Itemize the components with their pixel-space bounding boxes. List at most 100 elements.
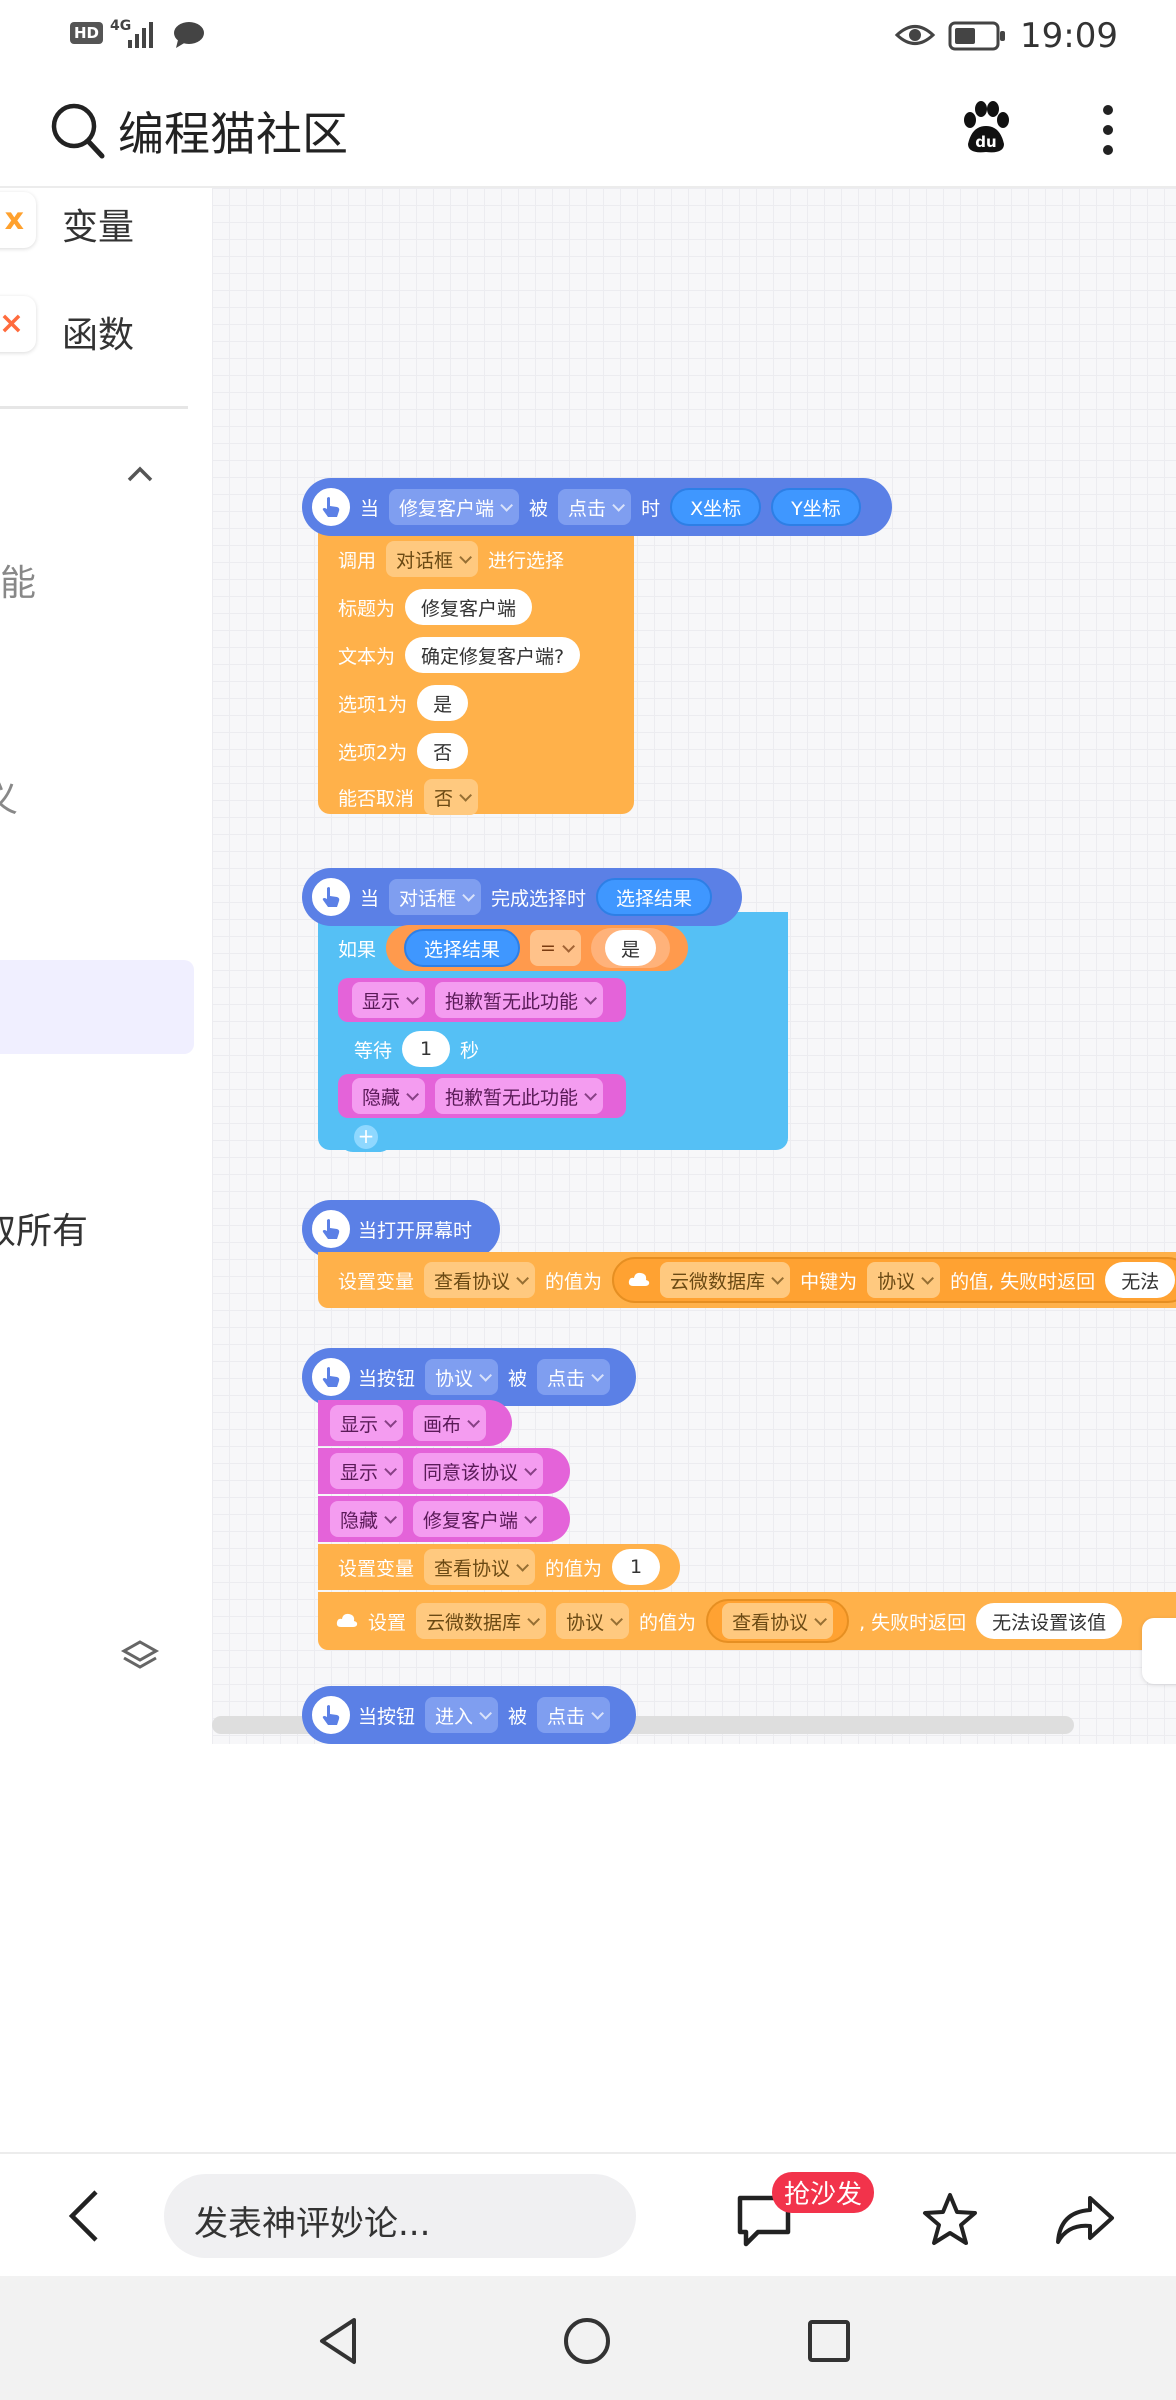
- seconds-input[interactable]: 1: [402, 1031, 451, 1067]
- fail-value-input[interactable]: 无法设置该值: [976, 1603, 1123, 1639]
- hide-repair-row[interactable]: 隐藏 修复客户端: [318, 1496, 570, 1542]
- comparison[interactable]: 选择结果 = 是: [386, 925, 688, 971]
- value-input[interactable]: 1: [612, 1549, 661, 1585]
- nav-back-icon[interactable]: [316, 2316, 360, 2366]
- eye-icon: [894, 25, 936, 45]
- target-dropdown[interactable]: 同意该协议: [413, 1453, 544, 1489]
- right-edge-handle[interactable]: [1142, 1618, 1176, 1684]
- share-icon[interactable]: [1054, 2190, 1116, 2250]
- target-dropdown[interactable]: 抱歉暂无此功能: [435, 1078, 604, 1114]
- sidebar-item-label: 变量: [62, 207, 135, 248]
- code-canvas[interactable]: 当 修复客户端 被 点击 时 X坐标 Y坐标 调用 对话框 进行选择 标题为 修复客户…: [212, 188, 1176, 1744]
- cancelable-row[interactable]: 能否取消否: [318, 774, 479, 820]
- hat-block[interactable]: 当按钮 进入 被 点击: [302, 1686, 636, 1744]
- variable-icon: x: [0, 192, 36, 248]
- add-else-button[interactable]: +: [338, 1122, 394, 1152]
- hat-block[interactable]: 当 对话框 完成选择时 选择结果: [302, 868, 742, 926]
- wait-row[interactable]: 等待 1 秒: [338, 1028, 508, 1070]
- hide-row[interactable]: 隐藏 抱歉暂无此功能: [338, 1074, 626, 1118]
- label-on-fail: 的值, 失败时返回: [950, 1270, 1096, 1293]
- comment-input[interactable]: 发表神评妙论...: [164, 2174, 636, 2258]
- label-cancelable: 能否取消: [338, 787, 415, 810]
- hd-badge: HD: [70, 22, 104, 44]
- nav-recents-icon[interactable]: [806, 2318, 852, 2364]
- chevron-up-icon[interactable]: [126, 464, 154, 484]
- sidebar-item-functions[interactable]: × 函数: [0, 292, 200, 372]
- text-input[interactable]: 确定修复客户端?: [405, 637, 581, 673]
- option1-row[interactable]: 选项1为是: [318, 680, 469, 726]
- target-dropdown[interactable]: 抱歉暂无此功能: [435, 982, 604, 1018]
- baidu-paw-icon[interactable]: du: [958, 100, 1014, 156]
- cloud-set-row[interactable]: 设置 云微数据库 协议 的值为 查看协议 , 失败时返回 无法设置该值: [318, 1592, 1176, 1650]
- show-row[interactable]: 显示 抱歉暂无此功能: [338, 978, 626, 1022]
- show-dropdown[interactable]: 显示: [330, 1405, 404, 1441]
- option2-input[interactable]: 否: [417, 733, 469, 769]
- show-canvas-row[interactable]: 显示 画布: [318, 1400, 512, 1446]
- key-dropdown[interactable]: 协议: [867, 1262, 941, 1298]
- hide-dropdown[interactable]: 隐藏: [352, 1078, 426, 1114]
- show-dropdown[interactable]: 显示: [352, 982, 426, 1018]
- more-options-icon[interactable]: [1098, 102, 1118, 158]
- label-by: 被: [508, 1367, 528, 1390]
- hat-block[interactable]: 当打开屏幕时: [302, 1200, 500, 1258]
- hat-block[interactable]: 当按钮 协议 被 点击: [302, 1348, 636, 1406]
- target-dropdown[interactable]: 修复客户端: [413, 1501, 544, 1537]
- variable-dropdown[interactable]: 查看协议: [722, 1603, 834, 1639]
- hat-block[interactable]: 当 修复客户端 被 点击 时 X坐标 Y坐标: [302, 478, 892, 536]
- compare-left[interactable]: 选择结果: [404, 929, 521, 967]
- event-dropdown[interactable]: 点击: [537, 1697, 611, 1733]
- label-text: 文本为: [338, 645, 396, 668]
- value-expr[interactable]: 查看协议: [706, 1599, 850, 1643]
- fail-value-input[interactable]: 无法: [1105, 1262, 1176, 1298]
- variable-dropdown[interactable]: 查看协议: [424, 1549, 536, 1585]
- target-dropdown[interactable]: 画布: [413, 1405, 487, 1441]
- option2-row[interactable]: 选项2为否: [318, 728, 469, 774]
- star-icon[interactable]: [920, 2190, 980, 2250]
- cloud-get-expr[interactable]: 云微数据库 中键为 协议 的值, 失败时返回 无法: [612, 1257, 1176, 1303]
- button-dropdown[interactable]: 进入: [425, 1697, 499, 1733]
- call-dialog-row[interactable]: 调用 对话框 进行选择: [318, 536, 564, 582]
- result-param[interactable]: 选择结果: [596, 878, 713, 916]
- key-dropdown[interactable]: 协议: [556, 1603, 630, 1639]
- variable-dropdown[interactable]: 查看协议: [424, 1262, 536, 1298]
- show-dropdown[interactable]: 显示: [330, 1453, 404, 1489]
- database-dropdown[interactable]: 云微数据库: [416, 1603, 547, 1639]
- plus-icon: +: [354, 1125, 378, 1149]
- app-bar: 编程猫社区 du: [0, 72, 1176, 188]
- if-row[interactable]: 如果 选择结果 = 是: [318, 924, 688, 972]
- message-icon: [174, 22, 204, 48]
- button-dropdown[interactable]: 协议: [425, 1359, 499, 1395]
- pointer-hand-icon: [307, 483, 355, 531]
- label-time: 时: [641, 497, 661, 520]
- status-bar: HD 4G 19:09: [0, 0, 1176, 72]
- option1-input[interactable]: 是: [417, 685, 469, 721]
- compare-right[interactable]: 是: [604, 930, 656, 966]
- operator-dropdown[interactable]: =: [530, 930, 581, 966]
- database-dropdown[interactable]: 云微数据库: [660, 1262, 791, 1298]
- label-call: 调用: [338, 549, 377, 572]
- hide-dropdown[interactable]: 隐藏: [330, 1501, 404, 1537]
- set-variable-row[interactable]: 设置变量 查看协议 的值为 1: [318, 1544, 680, 1590]
- sidebar-item-variables[interactable]: x 变量: [0, 188, 200, 268]
- title-row[interactable]: 标题为 修复客户端: [318, 584, 533, 630]
- label-set-variable: 设置变量: [338, 1270, 415, 1293]
- x-coord-param[interactable]: X坐标: [670, 488, 762, 526]
- dialog-dropdown[interactable]: 对话框: [389, 879, 482, 915]
- selected-item-highlight[interactable]: [0, 960, 194, 1054]
- cancelable-dropdown[interactable]: 否: [424, 779, 479, 815]
- text-row[interactable]: 文本为 确定修复客户端?: [318, 632, 581, 678]
- dialog-dropdown[interactable]: 对话框: [386, 541, 479, 577]
- show-agree-row[interactable]: 显示 同意该协议: [318, 1448, 570, 1494]
- event-dropdown[interactable]: 点击: [558, 489, 632, 525]
- y-coord-param[interactable]: Y坐标: [771, 488, 861, 526]
- event-dropdown[interactable]: 点击: [537, 1359, 611, 1395]
- target-dropdown[interactable]: 修复客户端: [389, 489, 520, 525]
- layers-icon[interactable]: [120, 1636, 160, 1676]
- back-arrow-icon[interactable]: [66, 2188, 102, 2244]
- comment-badge: 抢沙发: [772, 2172, 875, 2213]
- set-variable-row[interactable]: 设置变量 查看协议 的值为 云微数据库 中键为 协议 的值, 失败时返回 无法: [318, 1252, 1176, 1308]
- title-input[interactable]: 修复客户端: [405, 589, 533, 625]
- search-icon[interactable]: [50, 102, 106, 160]
- nav-home-icon[interactable]: [562, 2316, 612, 2366]
- label-option1: 选项1为: [338, 693, 408, 716]
